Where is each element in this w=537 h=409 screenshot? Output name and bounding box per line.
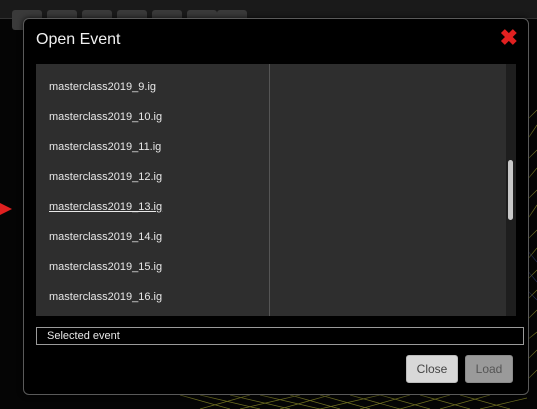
load-button[interactable]: Load — [465, 355, 513, 383]
file-item[interactable]: masterclass2019_11.ig — [49, 141, 161, 153]
file-item[interactable]: masterclass2019_16.ig — [49, 291, 162, 303]
pointer-arrow-icon — [0, 203, 12, 215]
file-item[interactable]: masterclass2019_14.ig — [49, 231, 162, 243]
file-item[interactable]: masterclass2019_10.ig — [49, 111, 162, 123]
close-x-icon[interactable]: ✖ — [500, 27, 518, 49]
dialog-title: Open Event — [36, 31, 121, 48]
file-list[interactable]: masterclass2019_9.ig masterclass2019_10.… — [36, 64, 270, 316]
file-item[interactable]: masterclass2019_12.ig — [49, 171, 162, 183]
preview-pane — [270, 64, 506, 316]
scrollbar-thumb[interactable] — [508, 160, 513, 220]
background-viewport: Open Event ✖ masterclass2019_9.ig master… — [0, 0, 537, 409]
file-item[interactable]: masterclass2019_15.ig — [49, 261, 162, 273]
close-button[interactable]: Close — [406, 355, 458, 383]
file-item-selected[interactable]: masterclass2019_13.ig — [49, 201, 162, 213]
selected-event-field: Selected event — [36, 327, 524, 345]
scrollbar[interactable] — [506, 64, 516, 316]
toolbar-strip — [0, 0, 537, 19]
file-browser: masterclass2019_9.ig masterclass2019_10.… — [36, 64, 516, 316]
open-event-dialog: Open Event ✖ masterclass2019_9.ig master… — [23, 18, 529, 395]
file-item[interactable]: masterclass2019_9.ig — [49, 81, 156, 93]
